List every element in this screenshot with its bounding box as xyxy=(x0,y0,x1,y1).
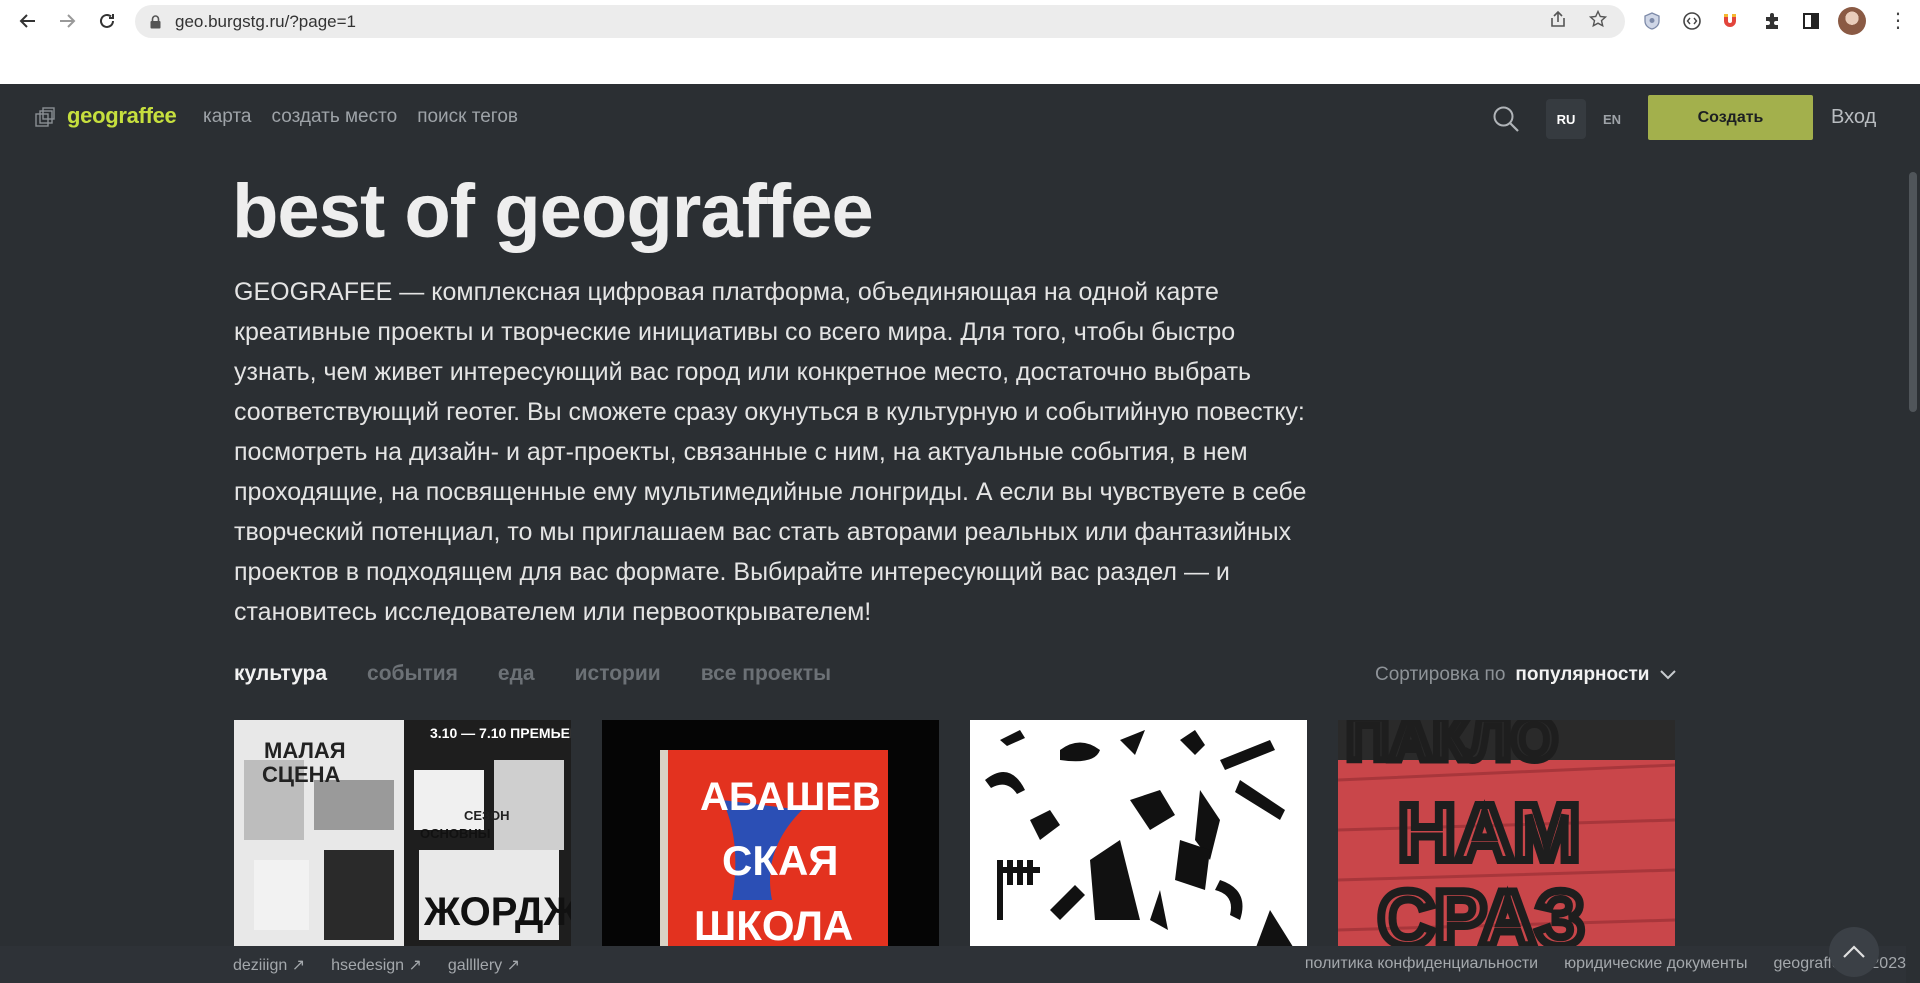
chevron-down-icon xyxy=(1659,664,1677,686)
address-bar[interactable]: geo.burgstg.ru/?page=1 xyxy=(135,5,1625,38)
lock-icon xyxy=(149,14,161,29)
card1-text-6: ЖОРДЖ xyxy=(423,890,571,934)
card4-text-1: ПАКЛО xyxy=(1346,720,1558,773)
login-link[interactable]: Вход xyxy=(1831,106,1876,129)
footer-bar: deziiign ↗ hsedesign ↗ gallllery ↗ полит… xyxy=(0,946,1906,983)
project-card[interactable]: МАЛАЯ СЦЕНА 3.10 — 7.10 ПРЕМЬЕР СЕЗОН ОС… xyxy=(234,720,571,950)
card1-text-4: СЕЗОН xyxy=(464,808,510,823)
site-logo[interactable]: geograffee xyxy=(67,103,177,129)
card1-text-1: МАЛАЯ xyxy=(264,738,346,763)
bookmark-star-icon[interactable] xyxy=(1588,9,1608,33)
card-image-book: АБАШЕВ СКАЯ ШКОЛА xyxy=(602,720,939,950)
tab-stories[interactable]: истории xyxy=(575,662,661,686)
card2-text-2: СКАЯ xyxy=(722,837,838,884)
page-scrollbar[interactable] xyxy=(1906,84,1920,983)
footer-link-deziiign[interactable]: deziiign ↗ xyxy=(233,955,305,975)
project-card[interactable]: АБАШЕВ СКАЯ ШКОЛА xyxy=(602,720,939,950)
sort-label: Сортировка по xyxy=(1375,664,1506,685)
reload-icon[interactable] xyxy=(93,7,121,35)
code-extension-icon[interactable] xyxy=(1680,9,1704,33)
browser-menu-icon[interactable]: ⋮ xyxy=(1888,9,1908,33)
card-image-wall-lettering: ПАКЛО НАМ СРАЗ xyxy=(1338,720,1675,950)
project-cards: МАЛАЯ СЦЕНА 3.10 — 7.10 ПРЕМЬЕР СЕЗОН ОС… xyxy=(234,720,1675,950)
forward-icon[interactable] xyxy=(53,7,81,35)
magnet-extension-icon[interactable] xyxy=(1718,9,1742,33)
tab-events[interactable]: события xyxy=(367,662,458,686)
tab-culture[interactable]: культура xyxy=(234,662,327,686)
footer-link-gallllery[interactable]: gallllery ↗ xyxy=(448,955,520,975)
footer-link-privacy[interactable]: политика конфиденциальности xyxy=(1305,955,1538,973)
card-image-objects xyxy=(970,720,1307,950)
scroll-to-top-button[interactable] xyxy=(1829,927,1879,977)
card1-text-3: 3.10 — 7.10 ПРЕМЬЕР xyxy=(430,725,571,741)
intro-text: GEOGRAFEE — комплексная цифровая платфор… xyxy=(234,278,1307,626)
shield-extension-icon[interactable] xyxy=(1640,9,1664,33)
puzzle-extensions-icon[interactable] xyxy=(1760,9,1784,33)
lang-ru-button[interactable]: RU xyxy=(1546,99,1586,139)
category-tabs: культура события еда истории все проекты xyxy=(234,662,831,686)
footer-link-hsedesign[interactable]: hsedesign ↗ xyxy=(331,955,422,975)
create-button[interactable]: Создать xyxy=(1648,95,1813,140)
card4-text-2: НАМ xyxy=(1398,788,1580,877)
card-image-posters: МАЛАЯ СЦЕНА 3.10 — 7.10 ПРЕМЬЕР СЕЗОН ОС… xyxy=(234,720,571,950)
card1-text-2: СЦЕНА xyxy=(262,762,341,787)
profile-avatar[interactable] xyxy=(1838,7,1866,35)
nav-map[interactable]: карта xyxy=(203,106,252,128)
sidebar-toggle-icon[interactable] xyxy=(1799,9,1823,33)
card4-text-3: СРАЗ xyxy=(1378,874,1585,950)
logo-icon[interactable] xyxy=(35,107,55,127)
top-nav: карта создать место поиск тегов xyxy=(203,106,518,128)
chevron-up-icon xyxy=(1843,945,1865,958)
scroll-thumb[interactable] xyxy=(1909,172,1917,412)
search-icon[interactable] xyxy=(1491,104,1521,134)
project-card[interactable]: ПАКЛО НАМ СРАЗ xyxy=(1338,720,1675,950)
card1-text-5: ОСНОВНЫ xyxy=(420,826,491,841)
tab-all-projects[interactable]: все проекты xyxy=(701,662,831,686)
site-page: geograffee карта создать место поиск тег… xyxy=(0,84,1920,983)
card2-text-1: АБАШЕВ xyxy=(700,775,881,819)
url-text: geo.burgstg.ru/?page=1 xyxy=(175,11,357,31)
nav-tag-search[interactable]: поиск тегов xyxy=(417,106,518,128)
browser-chrome: geo.burgstg.ru/?page=1 ⋮ xyxy=(0,0,1920,84)
sort-value: популярности xyxy=(1515,664,1650,685)
sort-dropdown[interactable]: Сортировка по популярности xyxy=(1375,664,1677,686)
project-card[interactable] xyxy=(970,720,1307,950)
tab-food[interactable]: еда xyxy=(498,662,535,686)
back-icon[interactable] xyxy=(14,7,42,35)
share-icon[interactable] xyxy=(1549,10,1567,33)
nav-create-place[interactable]: создать место xyxy=(272,106,398,128)
footer-link-legal[interactable]: юридические документы xyxy=(1564,955,1747,973)
lang-en-button[interactable]: EN xyxy=(1592,99,1632,139)
card2-text-3: ШКОЛА xyxy=(694,902,853,949)
page-title: best of geograffee xyxy=(232,169,874,254)
